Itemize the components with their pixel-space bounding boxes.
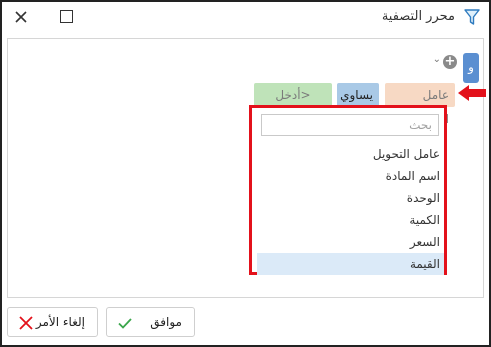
condition-operator-chip[interactable]: يساوي: [337, 83, 379, 107]
add-condition-icon[interactable]: +: [443, 55, 457, 69]
filter-funnel-icon: [463, 8, 481, 26]
search-field[interactable]: [261, 114, 439, 136]
condition-field-chip[interactable]: عامل التحويل: [385, 83, 455, 126]
search-input[interactable]: [262, 115, 438, 135]
list-item[interactable]: اسم المادة: [257, 165, 444, 187]
title-bar: محرر التصفية: [2, 2, 489, 32]
ok-button[interactable]: موافق: [106, 307, 195, 337]
red-pointer-arrow-icon: [458, 85, 486, 101]
list-item[interactable]: الوحدة: [257, 187, 444, 209]
chevron-down-icon[interactable]: ⌄: [433, 54, 441, 65]
list-item[interactable]: السعر: [257, 231, 444, 253]
list-item[interactable]: الكمية: [257, 209, 444, 231]
condition-value-chip[interactable]: <أدخل قيمة>: [254, 83, 332, 126]
list-item-selected[interactable]: القيمة: [257, 253, 444, 275]
cancel-label: إلغاء الأمر: [35, 315, 85, 329]
close-icon[interactable]: [12, 8, 30, 26]
ok-label: موافق: [150, 315, 182, 329]
field-dropdown: عامل التحويل اسم المادة الوحدة الكمية ال…: [249, 105, 447, 275]
checkmark-icon: [117, 315, 133, 331]
cancel-x-icon: [18, 315, 34, 331]
group-operator-button[interactable]: و: [463, 53, 479, 83]
maximize-icon[interactable]: [60, 10, 73, 23]
cancel-button[interactable]: إلغاء الأمر: [7, 307, 98, 337]
filter-editor-dialog: محرر التصفية و + ⌄ عامل التحويل يساوي <أ…: [0, 0, 491, 347]
window-title: محرر التصفية: [381, 9, 455, 24]
list-item[interactable]: عامل التحويل: [257, 143, 444, 165]
field-list: عامل التحويل اسم المادة الوحدة الكمية ال…: [257, 143, 444, 275]
filter-tree-area: و + ⌄ عامل التحويل يساوي <أدخل قيمة> عام…: [7, 38, 484, 298]
